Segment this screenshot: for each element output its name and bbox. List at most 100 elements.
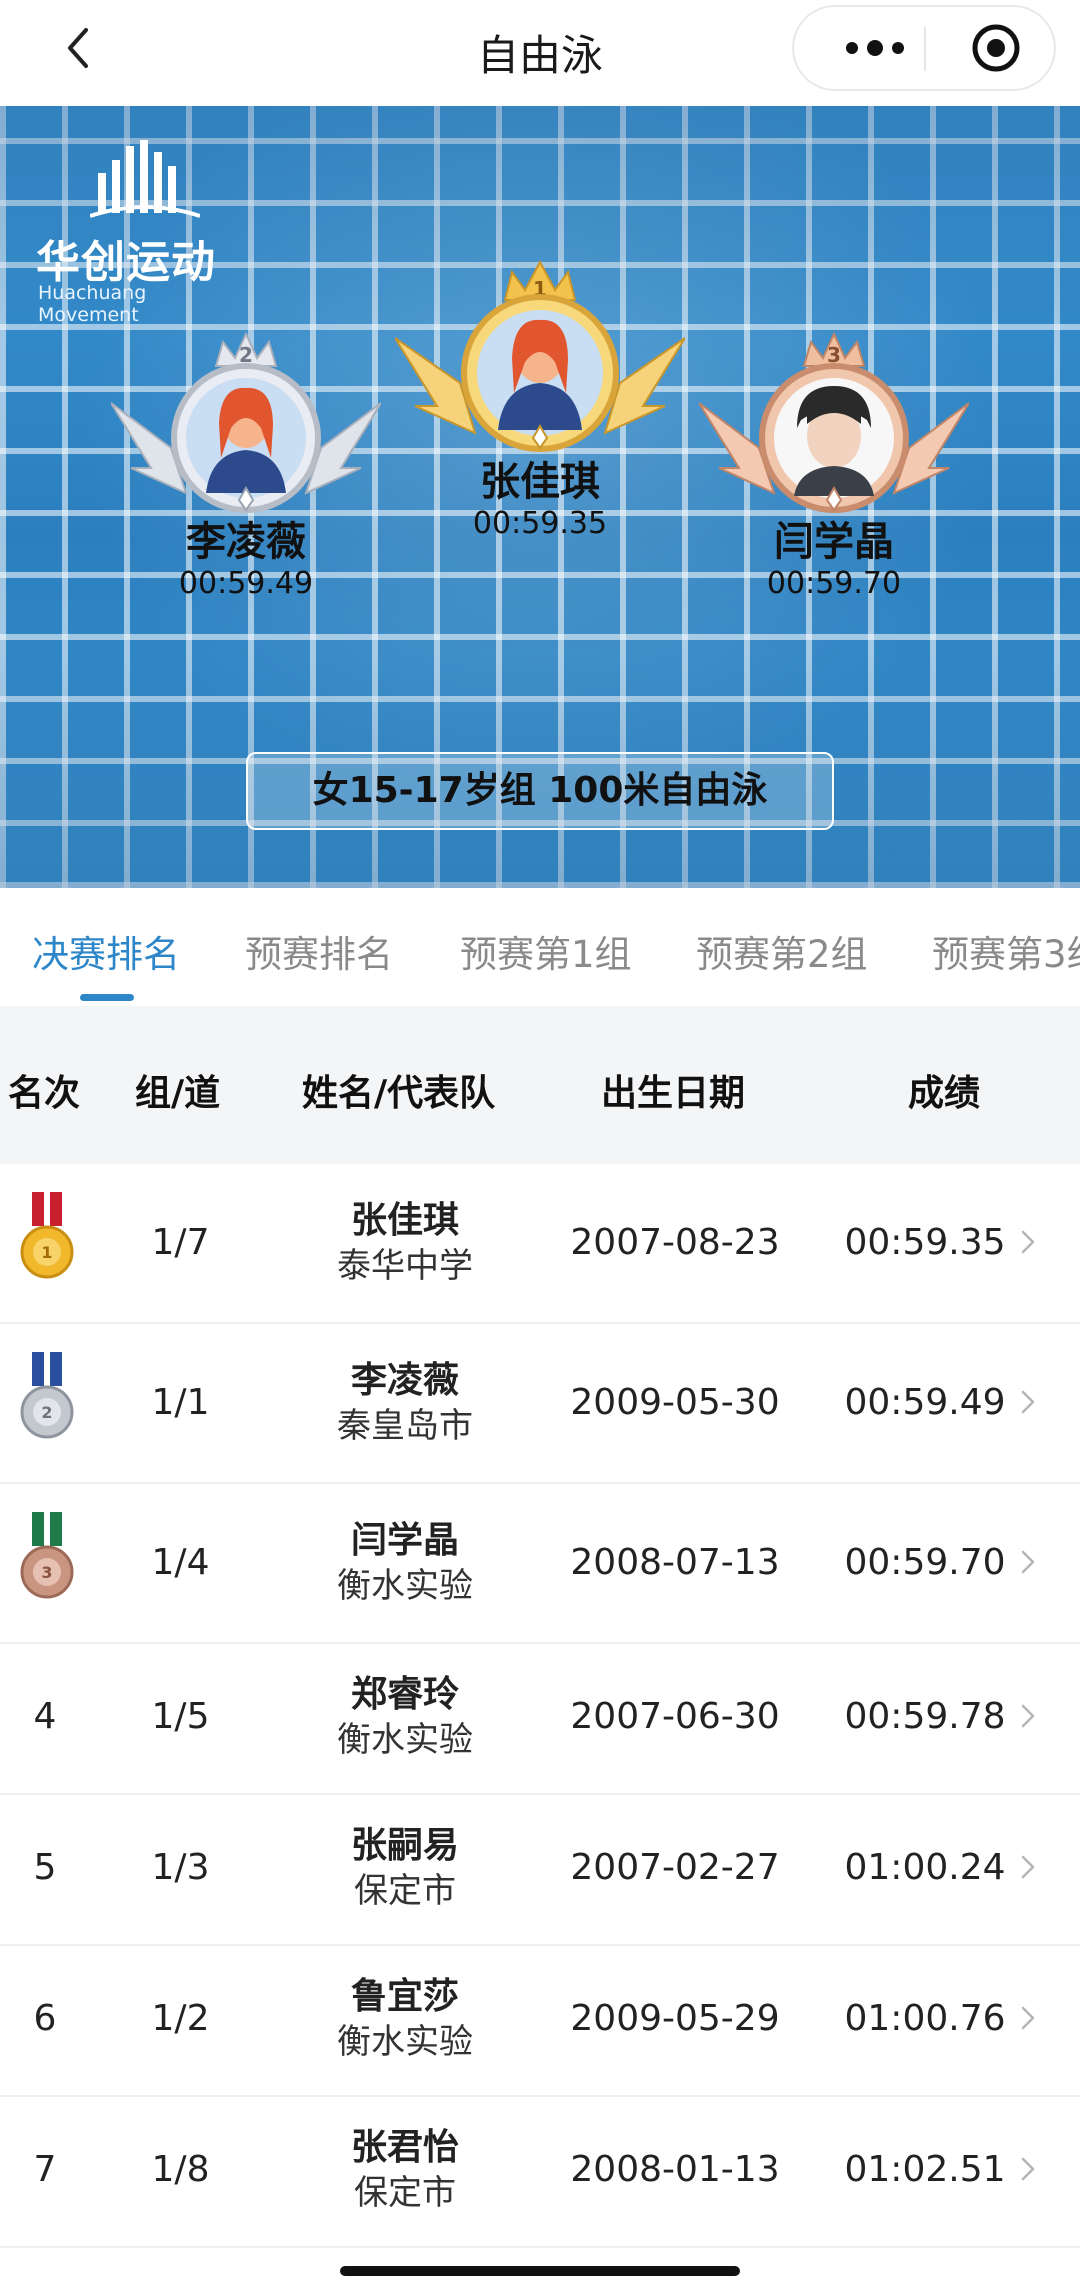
brand-logo: 华创运动 Huachuang Movement [30, 138, 250, 326]
bronze-medal-icon: 3 [20, 1512, 74, 1599]
svg-text:1: 1 [41, 1243, 52, 1262]
rank-cell: 5 [33, 1847, 57, 1888]
name-team-cell: 李凌薇 秦皇岛市 [280, 1358, 530, 1448]
active-tab-indicator [80, 994, 134, 1001]
result-tabs: 决赛排名 预赛排名 预赛第1组 预赛第2组 预赛第3组 [0, 888, 1080, 1006]
capsule-divider [924, 27, 926, 71]
name-team-cell: 张嗣易 保定市 [280, 1823, 530, 1913]
tab-heat-2[interactable]: 预赛第2组 [696, 924, 868, 978]
results-table: 1 1/7 张佳琪 泰华中学 2007-08-23 00:59.35 2 1/1… [0, 1164, 1080, 2248]
building-logo-icon [90, 140, 200, 218]
more-dots-icon[interactable] [830, 7, 920, 89]
table-row[interactable]: 3 1/4 闫学晶 衡水实验 2008-07-13 00:59.70 [0, 1484, 1080, 1644]
podium-name: 张佳琪 [480, 459, 600, 505]
lane-cell: 1/7 [151, 1222, 210, 1263]
tab-heats-ranking[interactable]: 预赛排名 [245, 924, 393, 978]
mini-program-capsule [792, 5, 1056, 91]
chevron-right-icon [1021, 1855, 1035, 1879]
birth-date-cell: 2009-05-29 [570, 1998, 780, 2039]
athlete-name: 闫学晶 [350, 1520, 459, 1561]
chevron-right-icon [1021, 2157, 1035, 2181]
bronze-wing-badge-icon: 3 [699, 331, 969, 513]
result-cell: 00:59.70 [844, 1542, 1006, 1583]
name-team-cell: 张君怡 保定市 [280, 2125, 530, 2215]
tab-heat-1[interactable]: 预赛第1组 [460, 924, 632, 978]
logo-chinese-text: 华创运动 [36, 237, 216, 288]
birth-date-cell: 2009-05-30 [570, 1382, 780, 1423]
header-rank: 名次 [8, 1073, 81, 1114]
header-lane: 组/道 [135, 1073, 221, 1114]
table-row[interactable]: 1 1/7 张佳琪 泰华中学 2007-08-23 00:59.35 [0, 1164, 1080, 1324]
birth-date-cell: 2007-08-23 [570, 1222, 780, 1263]
birth-date-cell: 2008-07-13 [570, 1542, 780, 1583]
team-name: 衡水实验 [337, 1720, 473, 1760]
result-cell: 01:00.24 [844, 1847, 1006, 1888]
silver-wing-badge-icon: 2 [111, 331, 381, 513]
header-result: 成绩 [908, 1073, 981, 1114]
podium-name: 李凌薇 [186, 519, 306, 565]
team-name: 保定市 [354, 2173, 456, 2213]
athlete-name: 张君怡 [350, 2127, 459, 2168]
logo-english-text: Huachuang Movement [38, 282, 147, 326]
lane-cell: 1/4 [151, 1542, 210, 1583]
table-row[interactable]: 2 1/1 李凌薇 秦皇岛市 2009-05-30 00:59.49 [0, 1324, 1080, 1484]
table-row[interactable]: 4 1/5 郑睿玲 衡水实验 2007-06-30 00:59.78 [0, 1644, 1080, 1795]
event-title-box: 女15-17岁组 100米自由泳 [246, 752, 834, 830]
athlete-name: 张佳琪 [350, 1200, 459, 1241]
lane-cell: 1/3 [151, 1847, 210, 1888]
podium-name: 闫学晶 [774, 519, 894, 565]
gold-wing-badge-icon: 1 [395, 259, 685, 452]
result-cell: 01:02.51 [844, 2149, 1006, 2190]
birth-date-cell: 2007-02-27 [570, 1847, 780, 1888]
silver-medal-icon: 2 [20, 1352, 74, 1439]
table-header: 名次 组/道 姓名/代表队 出生日期 成绩 [0, 1006, 1080, 1164]
result-cell: 01:00.76 [844, 1998, 1006, 2039]
target-circle-icon[interactable] [954, 7, 1038, 89]
svg-text:2: 2 [41, 1403, 52, 1422]
rank-cell: 6 [33, 1998, 57, 2039]
team-name: 衡水实验 [337, 2022, 473, 2062]
team-name: 秦皇岛市 [337, 1406, 473, 1446]
tab-final-ranking[interactable]: 决赛排名 [32, 924, 180, 978]
team-name: 保定市 [354, 1871, 456, 1911]
athlete-name: 李凌薇 [350, 1360, 459, 1401]
podium-banner: 华创运动 Huachuang Movement 2 李凌薇 00:59.49 1 [0, 106, 1080, 888]
chevron-right-icon [1021, 1230, 1035, 1254]
podium-second[interactable]: 2 李凌薇 00:59.49 [96, 328, 396, 602]
table-row[interactable]: 7 1/8 张君怡 保定市 2008-01-13 01:02.51 [0, 2097, 1080, 2248]
home-indicator[interactable] [340, 2266, 740, 2276]
team-name: 衡水实验 [337, 1566, 473, 1606]
podium-time: 00:59.70 [766, 566, 902, 601]
name-team-cell: 张佳琪 泰华中学 [280, 1198, 530, 1288]
svg-text:3: 3 [41, 1563, 52, 1582]
rank-cell: 7 [33, 2149, 57, 2190]
lane-cell: 1/2 [151, 1998, 210, 2039]
result-cell: 00:59.35 [844, 1222, 1006, 1263]
podium-first[interactable]: 1 张佳琪 00:59.35 [390, 258, 690, 542]
chevron-right-icon [1021, 1390, 1035, 1414]
header-birth-date: 出生日期 [601, 1073, 746, 1114]
result-cell: 00:59.78 [844, 1696, 1006, 1737]
athlete-name: 鲁宜莎 [350, 1976, 459, 2017]
podium-time: 00:59.49 [178, 566, 314, 601]
rank-cell: 4 [33, 1696, 57, 1737]
athlete-name: 张嗣易 [350, 1825, 459, 1866]
name-team-cell: 鲁宜莎 衡水实验 [280, 1974, 530, 2064]
lane-cell: 1/5 [151, 1696, 210, 1737]
team-name: 泰华中学 [337, 1246, 473, 1286]
podium-third[interactable]: 3 闫学晶 00:59.70 [684, 328, 984, 602]
chevron-right-icon [1021, 1704, 1035, 1728]
name-team-cell: 郑睿玲 衡水实验 [280, 1672, 530, 1762]
table-row[interactable]: 5 1/3 张嗣易 保定市 2007-02-27 01:00.24 [0, 1795, 1080, 1946]
navigation-bar: 自由泳 [0, 0, 1080, 106]
table-row[interactable]: 6 1/2 鲁宜莎 衡水实验 2009-05-29 01:00.76 [0, 1946, 1080, 2097]
result-cell: 00:59.49 [844, 1382, 1006, 1423]
gold-medal-icon: 1 [20, 1192, 74, 1279]
lane-cell: 1/1 [151, 1382, 210, 1423]
chevron-right-icon [1021, 2006, 1035, 2030]
birth-date-cell: 2008-01-13 [570, 2149, 780, 2190]
header-name-team: 姓名/代表队 [302, 1073, 496, 1114]
birth-date-cell: 2007-06-30 [570, 1696, 780, 1737]
tab-heat-3[interactable]: 预赛第3组 [932, 924, 1080, 978]
lane-cell: 1/8 [151, 2149, 210, 2190]
